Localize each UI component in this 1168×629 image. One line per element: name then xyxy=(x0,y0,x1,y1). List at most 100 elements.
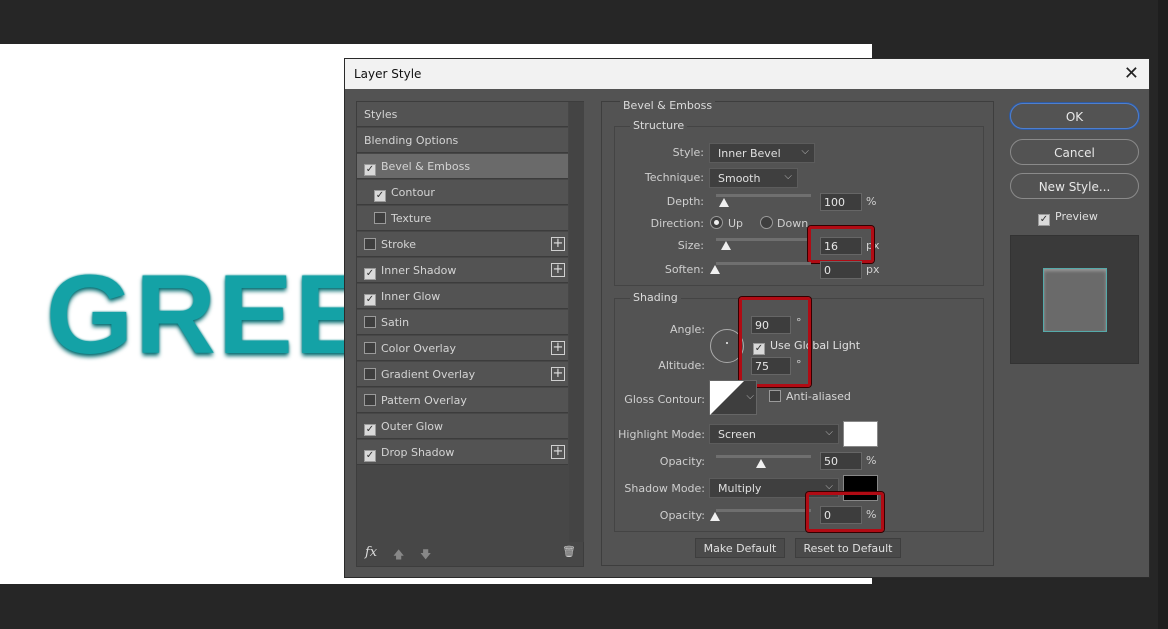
checkbox-icon[interactable]: ✓ xyxy=(364,424,376,436)
blending-options[interactable]: Blending Options xyxy=(357,128,568,153)
checkbox-icon[interactable]: ✓ xyxy=(364,450,376,462)
styles-header[interactable]: Styles xyxy=(357,102,568,127)
anti-aliased-checkbox[interactable]: Anti-aliased xyxy=(769,390,851,403)
style-item-outer-glow[interactable]: ✓ Outer Glow xyxy=(357,414,568,439)
layer-style-dialog: Layer Style ✕ Styles Blending Options ✓ B… xyxy=(344,58,1150,578)
checkbox-icon[interactable] xyxy=(364,368,376,380)
depth-slider[interactable] xyxy=(716,194,811,197)
direction-down-label: Down xyxy=(777,217,809,230)
angle-label: Angle: xyxy=(669,323,705,336)
depth-unit: % xyxy=(866,195,877,208)
add-icon[interactable]: + xyxy=(551,367,565,381)
style-item-gradient-overlay[interactable]: Gradient Overlay + xyxy=(357,362,568,387)
style-item-color-overlay[interactable]: Color Overlay + xyxy=(357,336,568,361)
new-style-button[interactable]: New Style... xyxy=(1010,173,1139,199)
checkbox-icon[interactable] xyxy=(374,212,386,224)
style-item-inner-shadow[interactable]: ✓ Inner Shadow + xyxy=(357,258,568,283)
preview-checkbox[interactable]: ✓ Preview xyxy=(1038,210,1098,226)
style-item-inner-glow[interactable]: ✓ Inner Glow xyxy=(357,284,568,309)
chevron-down-icon: ⌵ xyxy=(825,427,833,438)
checkbox-icon[interactable]: ✓ xyxy=(374,190,386,202)
size-slider-thumb[interactable] xyxy=(721,241,731,250)
style-item-stroke[interactable]: Stroke + xyxy=(357,232,568,257)
style-item-contour[interactable]: ✓ Contour xyxy=(357,180,568,205)
chevron-down-icon: ⌵ xyxy=(784,171,792,182)
preview-label: Preview xyxy=(1055,210,1098,223)
check-icon: ✓ xyxy=(1038,214,1050,226)
styles-toolbar: fx 🡅 🡇 🗑 xyxy=(357,542,583,566)
style-item-pattern-overlay[interactable]: Pattern Overlay xyxy=(357,388,568,413)
add-icon[interactable]: + xyxy=(551,263,565,277)
soften-slider[interactable] xyxy=(716,262,811,265)
depth-slider-thumb[interactable] xyxy=(719,198,729,207)
style-item-label: Inner Shadow xyxy=(381,264,457,277)
shadow-opacity-slider[interactable] xyxy=(716,509,811,512)
add-icon[interactable]: + xyxy=(551,237,565,251)
fx-icon[interactable]: fx xyxy=(365,545,377,560)
add-icon[interactable]: + xyxy=(551,341,565,355)
style-item-label: Stroke xyxy=(381,238,417,251)
checkbox-icon[interactable]: ✓ xyxy=(364,268,376,280)
depth-input[interactable]: 100 xyxy=(820,193,862,211)
direction-up-radio[interactable] xyxy=(710,216,723,229)
style-item-label: Gradient Overlay xyxy=(381,368,476,381)
depth-label: Depth: xyxy=(666,195,704,208)
shadow-opacity-label: Opacity: xyxy=(659,509,705,522)
make-default-button[interactable]: Make Default xyxy=(695,538,785,558)
close-icon[interactable]: ✕ xyxy=(1124,63,1139,84)
highlight-opacity-input[interactable]: 50 xyxy=(820,452,862,470)
style-item-texture[interactable]: Texture xyxy=(357,206,568,231)
soften-slider-thumb[interactable] xyxy=(710,265,720,274)
soften-input[interactable]: 0 xyxy=(820,261,862,279)
anti-aliased-label: Anti-aliased xyxy=(786,390,851,403)
shadow-mode-value: Multiply xyxy=(718,482,762,495)
shading-group: Shading Angle: 90 ° ✓ Use Global Light Al… xyxy=(614,291,984,532)
checkbox-icon[interactable]: ✓ xyxy=(364,294,376,306)
highlight-color-swatch[interactable] xyxy=(843,421,878,447)
style-item-label: Pattern Overlay xyxy=(381,394,467,407)
direction-down-radio[interactable] xyxy=(760,216,773,229)
highlight-opacity-thumb[interactable] xyxy=(756,459,766,468)
checkbox-icon[interactable] xyxy=(364,238,376,250)
style-item-label: Contour xyxy=(391,186,435,199)
styles-list: Styles Blending Options ✓ Bevel & Emboss ✓… xyxy=(356,101,584,567)
highlight-mode-label: Highlight Mode: xyxy=(618,428,705,441)
move-down-icon[interactable]: 🡇 xyxy=(420,546,431,565)
soften-unit: px xyxy=(866,263,880,276)
style-item-label: Bevel & Emboss xyxy=(381,160,471,173)
trash-icon[interactable]: 🗑 xyxy=(562,545,576,558)
chevron-down-icon: ⌵ xyxy=(801,146,809,157)
highlight-opacity-label: Opacity: xyxy=(659,455,705,468)
highlight-mode-value: Screen xyxy=(718,428,756,441)
chevron-down-icon: ⌵ xyxy=(746,391,754,402)
checkbox-box xyxy=(769,390,781,402)
style-item-satin[interactable]: Satin xyxy=(357,310,568,335)
highlight-opacity-slider[interactable] xyxy=(716,455,811,458)
highlight-mode-select[interactable]: Screen ⌵ xyxy=(709,424,839,444)
shadow-opacity-highlight xyxy=(806,492,884,532)
scrollbar[interactable] xyxy=(569,102,584,542)
add-icon[interactable]: + xyxy=(551,445,565,459)
checkbox-icon[interactable] xyxy=(364,342,376,354)
structure-title: Structure xyxy=(630,119,688,132)
technique-select[interactable]: Smooth ⌵ xyxy=(709,168,798,188)
highlight-opacity-unit: % xyxy=(866,454,877,467)
style-item-drop-shadow[interactable]: ✓ Drop Shadow + xyxy=(357,440,568,465)
style-item-label: Outer Glow xyxy=(381,420,444,433)
style-item-bevel-emboss[interactable]: ✓ Bevel & Emboss xyxy=(357,154,568,179)
checkbox-icon[interactable]: ✓ xyxy=(364,164,376,176)
direction-up-label: Up xyxy=(728,217,744,230)
move-up-icon[interactable]: 🡅 xyxy=(393,546,404,565)
ok-button[interactable]: OK xyxy=(1010,103,1139,129)
gloss-contour-picker[interactable]: ⌵ xyxy=(709,380,757,415)
checkbox-icon[interactable] xyxy=(364,316,376,328)
style-item-label: Satin xyxy=(381,316,410,329)
cancel-button[interactable]: Cancel xyxy=(1010,139,1139,165)
style-item-label: Drop Shadow xyxy=(381,446,455,459)
checkbox-icon[interactable] xyxy=(364,394,376,406)
shading-title: Shading xyxy=(630,291,681,304)
shadow-opacity-thumb[interactable] xyxy=(710,512,720,521)
style-select[interactable]: Inner Bevel ⌵ xyxy=(709,143,815,163)
reset-default-button[interactable]: Reset to Default xyxy=(795,538,901,558)
preview-swatch xyxy=(1043,268,1107,332)
